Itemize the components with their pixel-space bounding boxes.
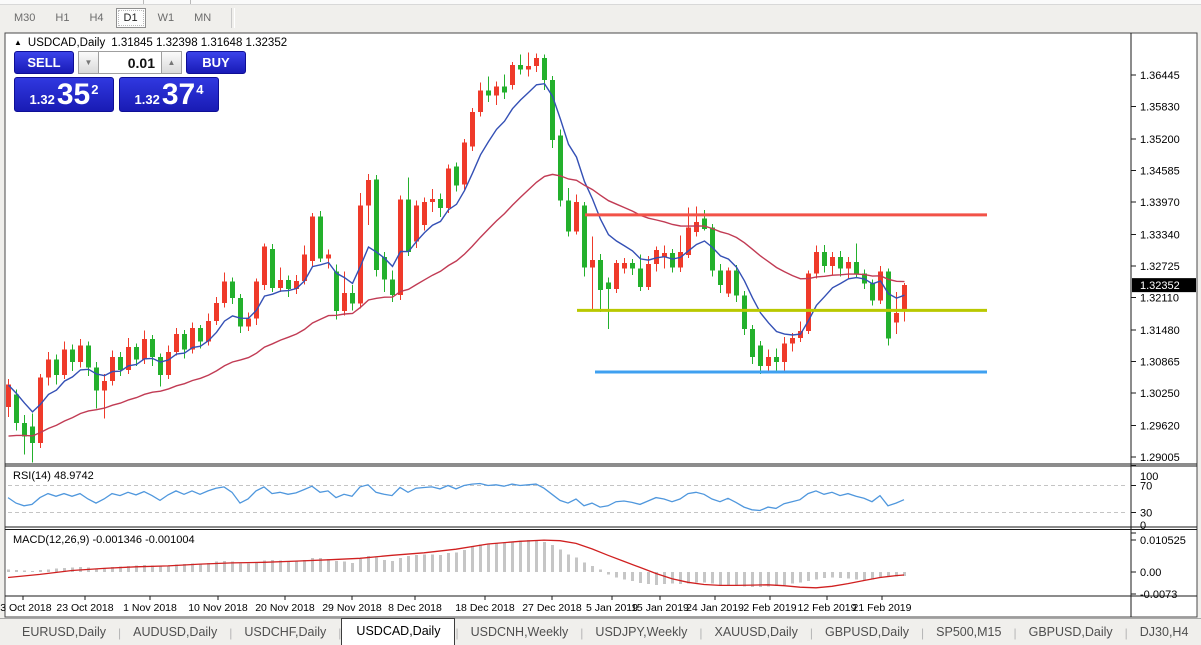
date-label: 13 Oct 2018 xyxy=(0,602,52,614)
svg-text:1.35200: 1.35200 xyxy=(1140,134,1180,146)
date-label: 24 Jan 2019 xyxy=(686,602,744,614)
timeframe-button-h4[interactable]: H4 xyxy=(81,8,111,28)
timeframe-button-h1[interactable]: H1 xyxy=(47,8,77,28)
chart-title-symbol: USDCAD,Daily xyxy=(27,37,106,49)
chart-title: ▲ USDCAD,Daily 1.31845 1.32398 1.31648 1… xyxy=(14,37,287,49)
timeframe-button-d1[interactable]: D1 xyxy=(115,8,146,28)
date-label: 12 Feb 2019 xyxy=(798,602,857,614)
svg-text:1.33340: 1.33340 xyxy=(1140,229,1180,241)
svg-text:0.00: 0.00 xyxy=(1140,567,1161,579)
date-label: 10 Nov 2018 xyxy=(188,602,248,614)
buy-price-prefix: 1.32 xyxy=(134,91,160,107)
chart-tab-eurusd-daily[interactable]: EURUSD,Daily xyxy=(10,620,118,645)
svg-text:1.36445: 1.36445 xyxy=(1140,70,1180,82)
toolbar-separator xyxy=(231,8,236,28)
date-label: 15 Jan 2019 xyxy=(631,602,689,614)
chart-tab-usdjpy-weekly[interactable]: USDJPY,Weekly xyxy=(583,620,699,645)
svg-text:-0.0073: -0.0073 xyxy=(1140,589,1177,601)
svg-text:1.34585: 1.34585 xyxy=(1140,165,1180,177)
svg-text:1.31480: 1.31480 xyxy=(1140,325,1180,337)
svg-text:1.29620: 1.29620 xyxy=(1140,420,1180,432)
collapse-chart-icon[interactable]: ▲ xyxy=(14,39,22,47)
timeframe-toolbar: M30 H1 H4 D1 W1 MN xyxy=(0,5,1201,31)
svg-text:1.30865: 1.30865 xyxy=(1140,356,1180,368)
chart-tab-bar: EURUSD,Daily | AUDUSD,Daily | USDCHF,Daily | U… xyxy=(0,618,1201,645)
svg-text:1.32110: 1.32110 xyxy=(1140,293,1179,305)
mt4-application: M30 H1 H4 D1 W1 MN 1.36445 1.35830 1.35200 1.345… xyxy=(0,0,1201,645)
sell-button[interactable]: SELL xyxy=(14,51,74,74)
timeframe-button-w1[interactable]: W1 xyxy=(150,8,183,28)
date-label: 18 Dec 2018 xyxy=(455,602,515,614)
buy-price-tile[interactable]: 1.32 37 4 xyxy=(119,77,219,112)
svg-text:1.29005: 1.29005 xyxy=(1140,452,1180,464)
sell-price-superscript: 2 xyxy=(91,81,99,97)
svg-text:0.010525: 0.010525 xyxy=(1140,535,1186,547)
date-label: 1 Nov 2018 xyxy=(123,602,177,614)
svg-text:1.35830: 1.35830 xyxy=(1140,102,1180,114)
chart-title-ohlc: 1.31845 1.32398 1.31648 1.32352 xyxy=(111,37,288,49)
sell-price-big: 35 xyxy=(56,77,91,111)
date-label: 23 Oct 2018 xyxy=(56,602,113,614)
date-label: 8 Dec 2018 xyxy=(388,602,442,614)
buy-price-superscript: 4 xyxy=(196,81,204,97)
date-label: 21 Feb 2019 xyxy=(853,602,912,614)
chart-tab-gbpusd-daily[interactable]: GBPUSD,Daily xyxy=(813,620,921,645)
buy-price-big: 37 xyxy=(161,77,196,111)
sell-price-tile[interactable]: 1.32 35 2 xyxy=(14,77,114,112)
svg-text:70: 70 xyxy=(1140,481,1152,493)
one-click-trading-panel: SELL ▼ ▲ BUY 1.32 35 2 1.32 37 4 xyxy=(14,51,246,112)
volume-decrease-button[interactable]: ▼ xyxy=(78,51,99,74)
svg-text:30: 30 xyxy=(1140,508,1152,520)
chart-tab-xauusd-daily[interactable]: XAUUSD,Daily xyxy=(702,620,809,645)
rsi-label: RSI(14) 48.9742 xyxy=(13,470,94,482)
date-label: 2 Feb 2019 xyxy=(743,602,796,614)
buy-button[interactable]: BUY xyxy=(186,51,246,74)
date-label: 29 Nov 2018 xyxy=(322,602,382,614)
chart-tab-usdchf-daily[interactable]: USDCHF,Daily xyxy=(232,620,338,645)
svg-text:1.32352: 1.32352 xyxy=(1140,280,1180,292)
date-label: 27 Dec 2018 xyxy=(522,602,582,614)
volume-input[interactable] xyxy=(99,51,161,74)
date-label: 20 Nov 2018 xyxy=(255,602,315,614)
svg-text:1.32725: 1.32725 xyxy=(1140,261,1180,273)
toolbar-separator xyxy=(143,0,144,4)
toolbar-separator xyxy=(190,0,191,4)
chart-tab-usdcnh-weekly[interactable]: USDCNH,Weekly xyxy=(459,620,581,645)
chart-tab-dj30-h4[interactable]: DJ30,H4 xyxy=(1128,620,1201,645)
chart-tab-sp500-m15[interactable]: SP500,M15 xyxy=(924,620,1013,645)
svg-text:0: 0 xyxy=(1140,520,1146,532)
volume-increase-button[interactable]: ▲ xyxy=(161,51,182,74)
timeframe-button-mn[interactable]: MN xyxy=(186,8,219,28)
timeframe-button-m30[interactable]: M30 xyxy=(6,8,43,28)
chart-tab-audusd-daily[interactable]: AUDUSD,Daily xyxy=(121,620,229,645)
macd-label: MACD(12,26,9) -0.001346 -0.001004 xyxy=(13,534,195,546)
sell-price-prefix: 1.32 xyxy=(29,91,55,107)
chart-tab-usdcad-daily[interactable]: USDCAD,Daily xyxy=(341,618,456,645)
volume-stepper: ▼ ▲ xyxy=(78,51,182,74)
svg-text:1.30250: 1.30250 xyxy=(1140,388,1180,400)
chart-tab-gbpusd-daily[interactable]: GBPUSD,Daily xyxy=(1017,620,1125,645)
svg-text:1.33970: 1.33970 xyxy=(1140,197,1180,209)
